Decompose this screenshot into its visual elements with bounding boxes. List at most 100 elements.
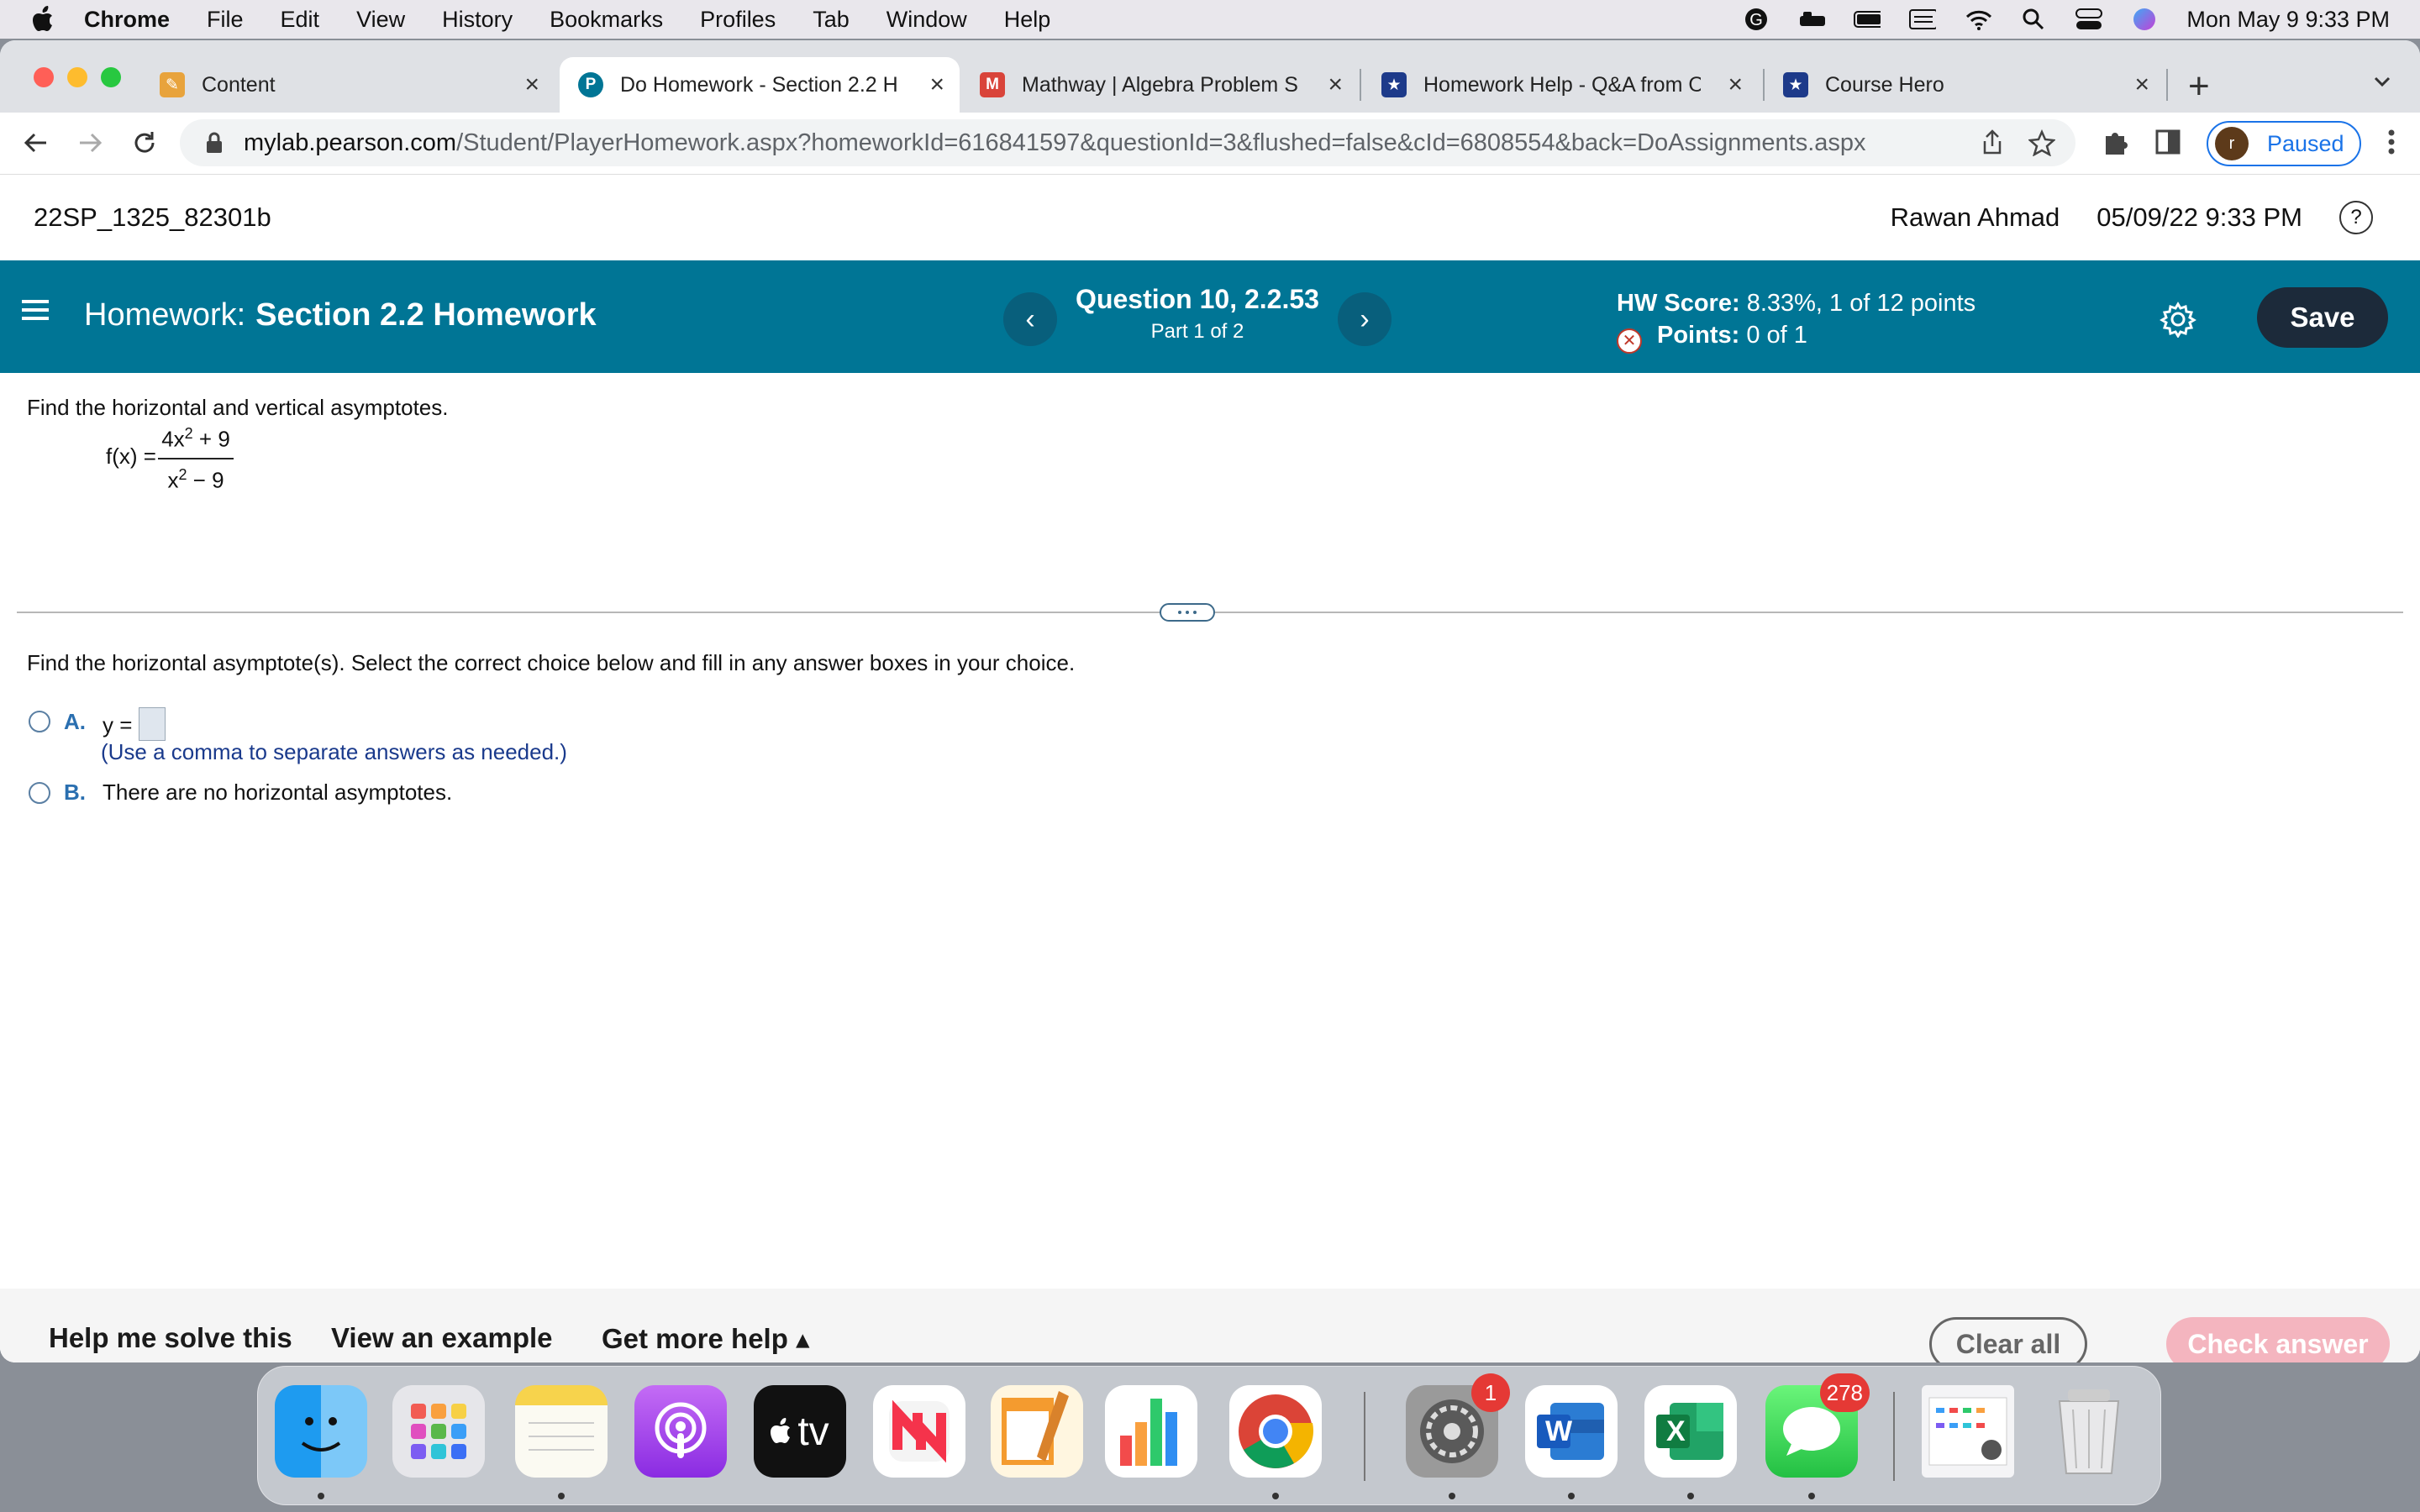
keyboard-icon[interactable] [1909,8,1937,30]
kebab-menu-icon[interactable] [2386,128,2396,160]
user-info: Rawan Ahmad 05/09/22 9:33 PM ? [1891,175,2373,260]
view-example-link[interactable]: View an example [331,1322,553,1354]
bookmark-star-icon[interactable] [2028,129,2056,163]
forward-arrow-icon[interactable] [76,128,106,158]
menu-history[interactable]: History [442,7,513,33]
address-bar[interactable]: mylab.pearson.com /Student/PlayerHomewor… [180,119,2075,166]
score-panel: HW Score: 8.33%, 1 of 12 points ✕ Points:… [1617,287,1975,354]
tab-title: Course Hero [1825,72,1944,97]
tab-do-homework[interactable]: P Do Homework - Section 2.2 Ho × [560,57,960,113]
running-indicator [1687,1493,1694,1499]
choice-b[interactable]: B. There are no horizontal asymptotes. [29,780,452,806]
choice-b-radio[interactable] [29,781,50,804]
coursehero-icon: ★ [1381,72,1407,97]
share-icon[interactable] [1980,129,2005,163]
question-part: Part 1 of 2 [1150,320,1244,343]
check-answer-button[interactable]: Check answer [2166,1317,2390,1362]
minimize-window-button[interactable] [67,67,87,87]
tab-homework-help[interactable]: ★ Homework Help - Q&A from Or × [1381,57,1758,113]
clear-all-button[interactable]: Clear all [1929,1317,2087,1362]
menu-edit[interactable]: Edit [281,7,320,33]
extensions-puzzle-icon[interactable] [2101,128,2129,160]
question-info: Question 10, 2.2.53 Part 1 of 2 [1076,284,1319,344]
mac-dock: tv 1 W X 278 [257,1366,2161,1505]
launchpad-icon[interactable] [392,1385,485,1478]
news-icon[interactable] [873,1385,965,1478]
tab-title: Homework Help - Q&A from Or [1423,72,1701,97]
close-tab-icon[interactable]: × [1728,71,1743,99]
tab-title: Do Homework - Section 2.2 Ho [620,72,897,97]
apple-tv-icon[interactable]: tv [754,1385,846,1478]
notes-icon[interactable] [515,1385,608,1478]
close-tab-icon[interactable]: × [2134,71,2149,99]
current-datetime: 05/09/22 9:33 PM [2096,202,2302,232]
hamburger-menu-icon[interactable] [22,296,50,324]
control-center-icon[interactable] [2075,8,2103,30]
tab-search-icon[interactable] [2373,72,2391,91]
side-panel-icon[interactable] [2154,129,2181,160]
next-question-button[interactable]: › [1338,292,1392,346]
menu-view[interactable]: View [356,7,405,33]
menu-clock[interactable]: Mon May 9 9:33 PM [2186,7,2390,33]
profile-paused-button[interactable]: r Paused [2207,121,2361,166]
zoom-window-button[interactable] [101,67,121,87]
excel-icon[interactable]: X [1644,1385,1737,1478]
new-tab-button[interactable]: + [2188,66,2210,108]
running-indicator [558,1493,565,1499]
choice-b-letter: B. [64,780,86,805]
den-constant: − 9 [187,467,224,493]
tab-course-hero[interactable]: ★ Course Hero × [1783,57,2165,113]
system-preferences-icon[interactable]: 1 [1406,1373,1510,1478]
podcasts-icon[interactable] [634,1385,727,1478]
reload-icon[interactable] [129,128,160,158]
menu-app-name[interactable]: Chrome [84,7,170,33]
num-term: 4x [161,426,185,452]
spotlight-icon[interactable] [2020,8,2047,30]
chrome-icon[interactable] [1229,1385,1322,1478]
pages-icon[interactable] [991,1385,1083,1478]
help-question-icon[interactable]: ? [2339,201,2373,234]
den-term: x [167,467,179,493]
menu-file[interactable]: File [207,7,244,33]
close-tab-icon[interactable]: × [1328,71,1343,99]
messages-icon[interactable]: 278 [1765,1373,1870,1478]
tab-mathway[interactable]: M Mathway | Algebra Problem Sol × [980,57,1358,113]
siri-icon[interactable] [2131,8,2158,30]
choice-a-radio[interactable] [29,711,50,732]
menu-help[interactable]: Help [1004,7,1051,33]
grammarly-icon[interactable]: G [1743,8,1770,30]
close-tab-icon[interactable]: × [524,71,539,99]
save-button[interactable]: Save [2257,287,2388,348]
menu-tab[interactable]: Tab [813,7,850,33]
menu-profiles[interactable]: Profiles [700,7,776,33]
apple-icon[interactable] [30,5,59,34]
answer-input-box[interactable] [139,707,166,741]
user-name[interactable]: Rawan Ahmad [1891,202,2060,233]
back-arrow-icon[interactable] [20,128,50,158]
battery-icon[interactable] [1854,8,1881,30]
lock-icon[interactable] [205,132,224,154]
close-tab-icon[interactable]: × [929,71,944,99]
close-window-button[interactable] [34,67,54,87]
numbers-icon[interactable] [1105,1385,1197,1478]
word-icon[interactable]: W [1525,1385,1618,1478]
menu-bookmarks[interactable]: Bookmarks [550,7,663,33]
choice-a-text: y = [103,711,133,738]
get-more-help-link[interactable]: Get more help ▴ [602,1322,810,1355]
wifi-icon[interactable] [1965,8,1992,30]
trash-icon[interactable] [2043,1385,2135,1478]
tab-content[interactable]: ✎ Content × [160,57,555,113]
gear-icon[interactable] [2160,301,2196,339]
tab-strip: ✎ Content × P Do Homework - Section 2.2 … [0,40,2420,113]
choice-a[interactable]: A. y = [29,702,166,741]
recent-document-icon[interactable] [1922,1385,2014,1478]
sleep-icon[interactable] [1798,8,1826,30]
help-me-solve-link[interactable]: Help me solve this [49,1322,292,1354]
finder-icon[interactable] [275,1385,367,1478]
menu-window[interactable]: Window [886,7,967,33]
tab-separator [2166,69,2168,101]
den-exponent: 2 [178,465,187,483]
question-number[interactable]: Question 10, 2.2.53 [1076,284,1319,315]
resize-handle[interactable] [1160,603,1215,622]
previous-question-button[interactable]: ‹ [1003,292,1057,346]
